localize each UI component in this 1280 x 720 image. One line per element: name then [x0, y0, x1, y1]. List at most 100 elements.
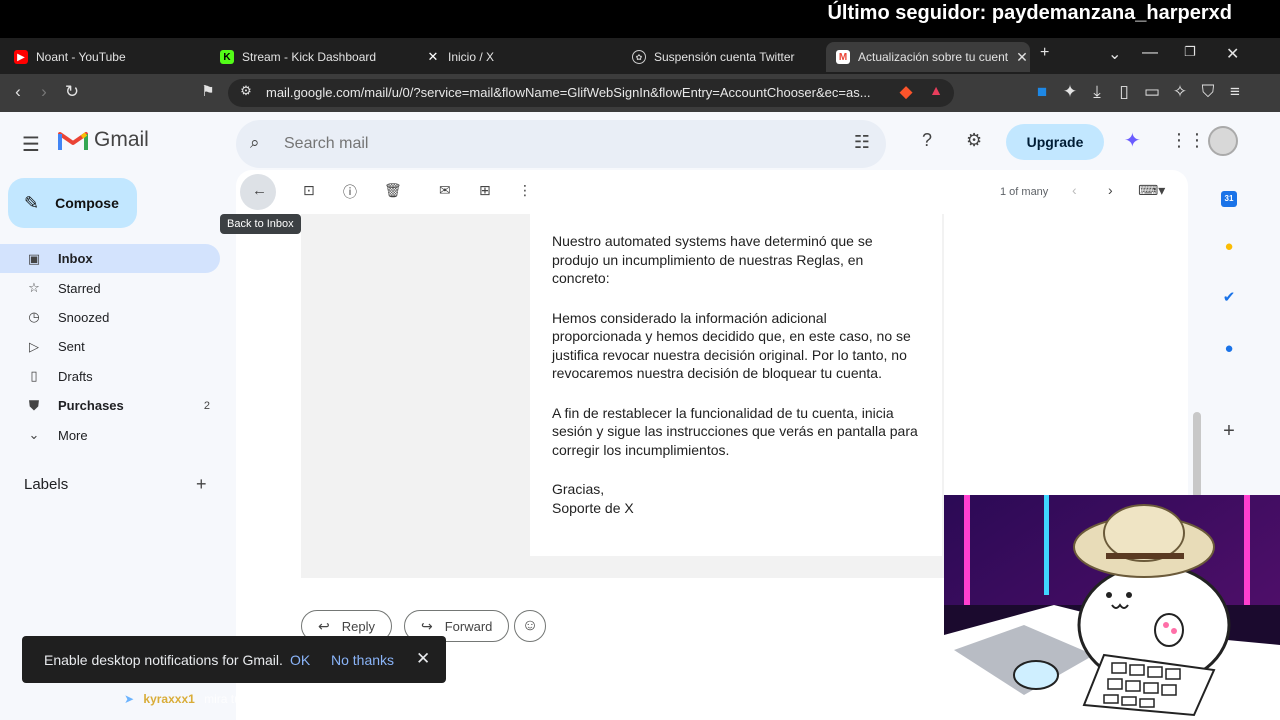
calendar-icon[interactable]: 31: [1218, 188, 1240, 207]
input-tools-icon[interactable]: ⌨▾: [1138, 182, 1165, 199]
download-icon[interactable]: ⤓: [1087, 82, 1107, 102]
sidebar-nav: ▣ Inbox ☆ Starred ◷ Snoozed ▷ Sent ▯ Dra…: [0, 244, 232, 450]
snackbar-ok-button[interactable]: OK: [290, 652, 310, 668]
gmail-logo[interactable]: Gmail: [58, 128, 149, 152]
sidebar-item-label: Sent: [58, 339, 85, 355]
email-paragraph: Nuestro automated systems have determinó…: [552, 233, 873, 286]
streamer-cam-overlay: [944, 495, 1280, 720]
gemini-icon[interactable]: ✦: [1124, 128, 1141, 153]
url-text: mail.google.com/mail/u/0/?service=mail&f…: [266, 85, 871, 100]
bookmark-icon[interactable]: ⚑: [198, 82, 218, 100]
get-addons-icon[interactable]: +: [1218, 420, 1240, 443]
tab-youtube[interactable]: ▶ Noant - YouTube: [4, 42, 204, 72]
minimize-icon[interactable]: —: [1142, 44, 1158, 62]
sidebar-item-more[interactable]: ⌄ More: [0, 420, 232, 449]
brave-rewards-icon[interactable]: ▲: [926, 82, 946, 98]
account-avatar[interactable]: [1208, 126, 1238, 156]
reply-label: Reply: [341, 618, 375, 634]
vpn-shield-icon[interactable]: ⛉: [1198, 82, 1218, 102]
sidebar-item-starred[interactable]: ☆ Starred: [0, 273, 232, 302]
tab-chatgpt[interactable]: ✿ Suspensión cuenta Twitter: [622, 42, 822, 72]
forward-arrow-icon[interactable]: ›: [34, 82, 54, 102]
brave-shields-icon[interactable]: ◆: [896, 82, 916, 102]
sidebar-item-label: Snoozed: [58, 309, 110, 325]
sidebar-item-label: Starred: [58, 280, 101, 296]
sidebar-item-label: Drafts: [58, 368, 93, 384]
help-icon[interactable]: ?: [922, 130, 932, 151]
browser-tab-bar: ▶ Noant - YouTube K Stream - Kick Dashbo…: [0, 38, 1280, 74]
tab-gmail-active[interactable]: M Actualización sobre tu cuent ✕: [826, 42, 1030, 72]
gmail-icon: M: [836, 50, 850, 64]
extensions-icon[interactable]: ✦: [1060, 82, 1080, 102]
sidebar-item-purchases[interactable]: ⛊ Purchases 2: [0, 391, 232, 420]
tab-close-icon[interactable]: ✕: [1008, 49, 1028, 66]
chat-text: mira tu inbox we: [204, 692, 292, 706]
keep-icon[interactable]: ●: [1218, 238, 1240, 255]
tab-label: Noant - YouTube: [36, 50, 126, 64]
email-paragraph: Hemos considerado la información adicion…: [552, 309, 911, 382]
sidebar-item-snoozed[interactable]: ◷ Snoozed: [0, 303, 232, 332]
snackbar-text: Enable desktop notifications for Gmail.: [44, 652, 283, 668]
delete-icon[interactable]: 🗑: [384, 182, 402, 199]
youtube-icon: ▶: [14, 50, 28, 64]
labels-heading: Labels: [24, 476, 69, 493]
add-label-icon[interactable]: +: [196, 474, 207, 495]
archive-icon[interactable]: ⊡: [303, 182, 315, 199]
restore-icon[interactable]: ❐: [1184, 44, 1196, 60]
tab-search-chevron-icon[interactable]: ⌄: [1108, 44, 1121, 64]
scrollbar[interactable]: [1193, 412, 1201, 498]
snackbar-no-thanks-button[interactable]: No thanks: [331, 652, 394, 668]
tab-label: Stream - Kick Dashboard: [242, 50, 377, 64]
upgrade-button[interactable]: Upgrade: [1006, 124, 1104, 160]
report-spam-icon[interactable]: ⓘ: [343, 182, 357, 202]
screen: Último seguidor: paydemanzana_harperxd ▶…: [0, 0, 1280, 720]
move-to-icon[interactable]: ⊞: [479, 182, 491, 199]
contacts-icon[interactable]: ●: [1218, 340, 1240, 357]
url-field[interactable]: ⚙ mail.google.com/mail/u/0/?service=mail…: [228, 79, 954, 107]
tab-x[interactable]: ✕ Inicio / X: [416, 42, 616, 72]
sidebar-item-sent[interactable]: ▷ Sent: [0, 332, 232, 361]
search-icon[interactable]: ⌕: [250, 133, 260, 153]
settings-gear-icon[interactable]: ⚙: [966, 130, 982, 151]
sidebar-item-drafts[interactable]: ▯ Drafts: [0, 362, 232, 391]
sidebar-item-inbox[interactable]: ▣ Inbox: [0, 244, 220, 274]
window-close-icon[interactable]: ✕: [1226, 44, 1239, 64]
back-arrow-icon[interactable]: ‹: [8, 82, 28, 102]
leo-ai-icon[interactable]: ✧: [1170, 82, 1190, 102]
unread-count: 2: [203, 399, 210, 412]
wallet-icon[interactable]: ▭: [1142, 82, 1162, 102]
tooltip: Back to Inbox: [220, 214, 301, 234]
search-bar[interactable]: ⌕ ☷: [236, 120, 886, 168]
extension-s-icon[interactable]: ■: [1032, 82, 1052, 102]
tasks-icon[interactable]: ✔: [1218, 288, 1240, 306]
browser-menu-icon[interactable]: ≡: [1225, 82, 1245, 102]
site-info-icon[interactable]: ⚙: [236, 83, 256, 99]
cowboy-cat-illustration: [944, 495, 1280, 720]
main-menu-icon[interactable]: ☰: [22, 132, 40, 157]
email-signoff: Gracias,: [552, 481, 605, 497]
sidebar-icon[interactable]: ▯: [1114, 82, 1134, 102]
mark-unread-icon[interactable]: ✉: [439, 182, 451, 199]
apps-grid-icon[interactable]: ⋮⋮: [1170, 130, 1206, 151]
chat-username: kyraxxx1: [143, 692, 195, 706]
forward-icon: ↪: [421, 617, 433, 634]
newer-chevron-icon[interactable]: ‹: [1072, 182, 1077, 198]
search-options-icon[interactable]: ☷: [854, 132, 870, 153]
x-icon: ✕: [427, 49, 439, 64]
search-input[interactable]: [284, 132, 824, 156]
more-options-icon[interactable]: ⋮: [518, 182, 532, 199]
older-chevron-icon[interactable]: ›: [1108, 182, 1113, 198]
reload-icon[interactable]: ↻: [62, 82, 82, 102]
snackbar-close-icon[interactable]: ✕: [416, 649, 430, 669]
tab-kick[interactable]: K Stream - Kick Dashboard: [210, 42, 410, 72]
tab-label: Inicio / X: [448, 50, 495, 64]
tab-label: Suspensión cuenta Twitter: [654, 50, 795, 64]
compose-button[interactable]: ✎ Compose: [8, 178, 137, 228]
back-to-inbox-button[interactable]: ← Back to Inbox: [220, 174, 301, 234]
arrow-left-icon: ←: [252, 182, 267, 199]
new-tab-icon[interactable]: +: [1040, 44, 1049, 62]
emoji-reaction-button[interactable]: ☺: [514, 610, 546, 642]
sidebar-item-label: Inbox: [58, 251, 93, 267]
gmail-logo-text: Gmail: [94, 128, 149, 151]
clock-icon: ◷: [28, 309, 40, 325]
